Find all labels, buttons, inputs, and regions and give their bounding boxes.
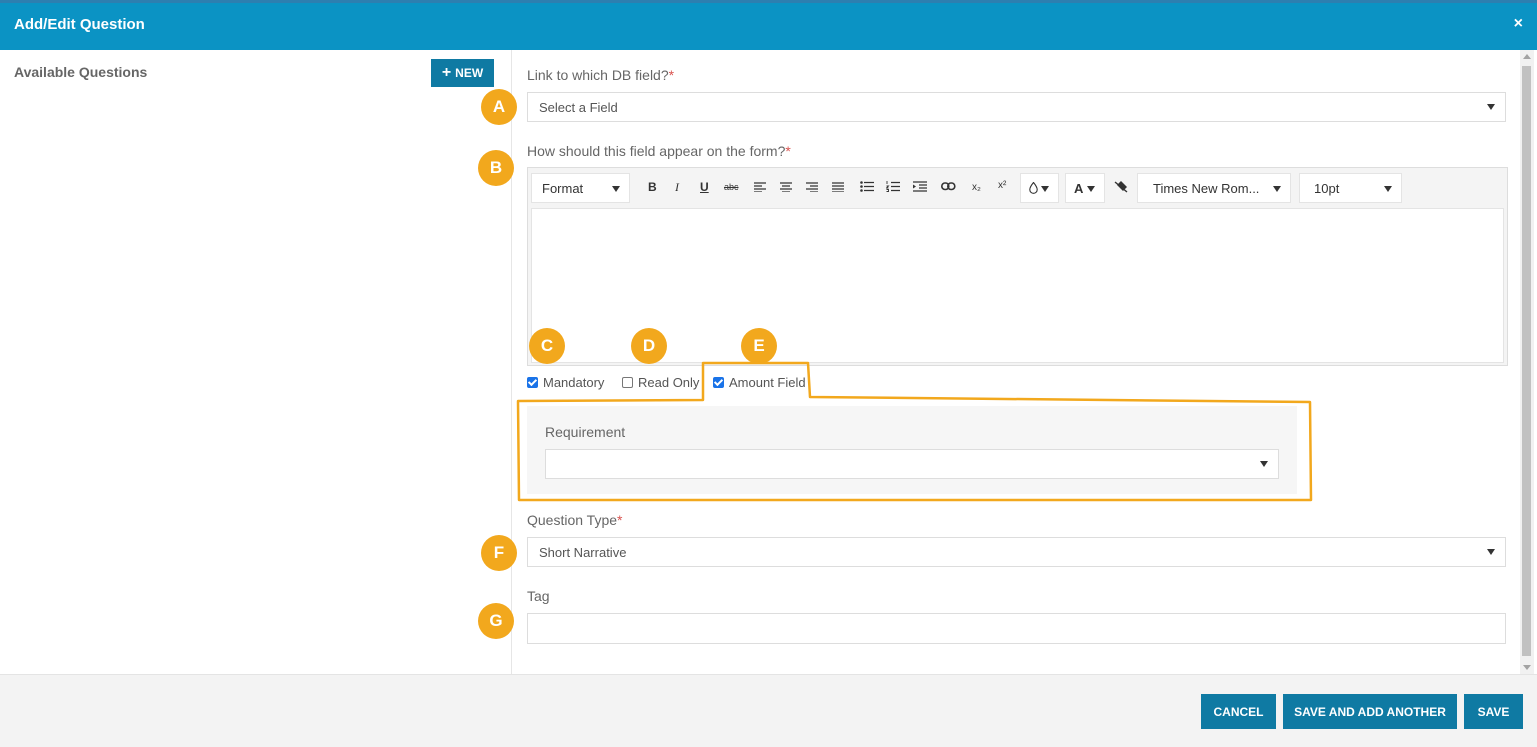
cancel-button[interactable]: CANCEL <box>1201 694 1276 729</box>
mandatory-label: Mandatory <box>543 375 605 390</box>
amount-field-label: Amount Field <box>729 375 806 390</box>
text-color-dropdown[interactable]: A <box>1065 173 1105 203</box>
question-type-label-text: Question Type <box>527 512 618 528</box>
align-justify-icon[interactable] <box>832 182 844 192</box>
form-scrollbar[interactable] <box>1520 50 1534 674</box>
font-size-value: 10pt <box>1314 180 1340 196</box>
align-center-icon[interactable] <box>780 182 792 192</box>
clear-formatting-icon[interactable] <box>1114 180 1128 193</box>
db-field-select-value: Select a Field <box>539 99 618 115</box>
save-and-add-another-button[interactable]: SAVE AND ADD ANOTHER <box>1283 694 1457 729</box>
subscript-icon[interactable]: x₂ <box>972 182 981 193</box>
chevron-down-icon <box>1487 104 1495 110</box>
rich-text-editor: Format B I U abc x₂ x² A Times New Rom..… <box>527 167 1508 366</box>
checkbox-checked-icon <box>713 377 724 388</box>
chevron-down-icon <box>1041 186 1049 192</box>
dialog-title: Add/Edit Question <box>14 16 145 33</box>
new-button-label: NEW <box>455 66 484 80</box>
dialog-header: Add/Edit Question × <box>0 0 1537 50</box>
required-mark: * <box>617 512 623 528</box>
amount-field-checkbox[interactable]: Amount Field <box>713 375 806 390</box>
underline-icon[interactable]: U <box>700 180 709 194</box>
close-icon[interactable]: × <box>1514 15 1523 33</box>
tag-input[interactable] <box>527 613 1506 644</box>
format-dropdown[interactable]: Format <box>531 173 630 203</box>
callout-badge-b: B <box>478 150 514 186</box>
callout-badge-g: G <box>478 603 514 639</box>
question-type-select[interactable]: Short Narrative <box>527 537 1506 567</box>
scroll-up-icon[interactable] <box>1523 54 1531 59</box>
db-field-label-text: Link to which DB field? <box>527 67 669 83</box>
align-right-icon[interactable] <box>806 182 818 192</box>
available-questions-heading: Available Questions <box>14 64 148 80</box>
mandatory-checkbox[interactable]: Mandatory <box>527 375 604 390</box>
bullet-list-icon[interactable] <box>860 181 874 192</box>
appearance-label: How should this field appear on the form… <box>527 143 791 159</box>
read-only-label: Read Only <box>638 375 700 390</box>
question-type-label: Question Type* <box>527 512 622 528</box>
numbered-list-icon[interactable] <box>886 181 900 192</box>
chevron-down-icon <box>1273 186 1281 192</box>
scroll-down-icon[interactable] <box>1523 665 1531 670</box>
font-family-value: Times New Rom... <box>1153 180 1260 196</box>
callout-badge-e: E <box>741 328 777 364</box>
db-field-select[interactable]: Select a Field <box>527 92 1506 122</box>
italic-icon[interactable]: I <box>675 180 679 195</box>
scroll-thumb[interactable] <box>1522 66 1531 656</box>
required-mark: * <box>668 67 675 83</box>
chevron-down-icon <box>1260 461 1268 467</box>
text-color-icon: A <box>1074 180 1084 196</box>
question-type-value: Short Narrative <box>539 544 627 560</box>
plus-icon: + <box>441 64 452 81</box>
checkbox-checked-icon <box>527 377 538 388</box>
chevron-down-icon <box>1384 186 1392 192</box>
callout-badge-f: F <box>481 535 517 571</box>
tag-label: Tag <box>527 588 550 604</box>
save-button[interactable]: SAVE <box>1464 694 1523 729</box>
db-field-label: Link to which DB field?* <box>527 67 674 83</box>
editor-content-area[interactable] <box>531 208 1504 363</box>
dialog-footer: CANCEL SAVE AND ADD ANOTHER SAVE <box>0 674 1537 747</box>
droplet-icon <box>1029 182 1038 194</box>
superscript-icon[interactable]: x² <box>998 180 1006 191</box>
new-question-button[interactable]: + NEW <box>431 59 494 87</box>
font-size-dropdown[interactable]: 10pt <box>1299 173 1402 203</box>
requirement-select[interactable] <box>545 449 1279 479</box>
read-only-checkbox[interactable]: Read Only <box>622 375 699 390</box>
callout-badge-d: D <box>631 328 667 364</box>
highlight-color-dropdown[interactable] <box>1020 173 1059 203</box>
required-mark: * <box>785 143 791 159</box>
align-left-icon[interactable] <box>754 182 766 192</box>
chevron-down-icon <box>1087 186 1095 192</box>
callout-badge-a: A <box>481 89 517 125</box>
appearance-label-text: How should this field appear on the form… <box>527 143 786 159</box>
strikethrough-icon[interactable]: abc <box>724 182 739 192</box>
chevron-down-icon <box>612 186 620 192</box>
font-family-dropdown[interactable]: Times New Rom... <box>1137 173 1291 203</box>
requirement-section: Requirement <box>527 406 1297 494</box>
link-icon[interactable] <box>941 182 956 191</box>
chevron-down-icon <box>1487 549 1495 555</box>
requirement-label: Requirement <box>545 424 626 440</box>
indent-icon[interactable] <box>913 181 927 192</box>
checkbox-unchecked-icon <box>622 377 633 388</box>
format-dropdown-label: Format <box>542 180 584 196</box>
available-questions-panel: Available Questions + NEW <box>0 50 512 674</box>
bold-icon[interactable]: B <box>648 180 657 194</box>
callout-badge-c: C <box>529 328 565 364</box>
